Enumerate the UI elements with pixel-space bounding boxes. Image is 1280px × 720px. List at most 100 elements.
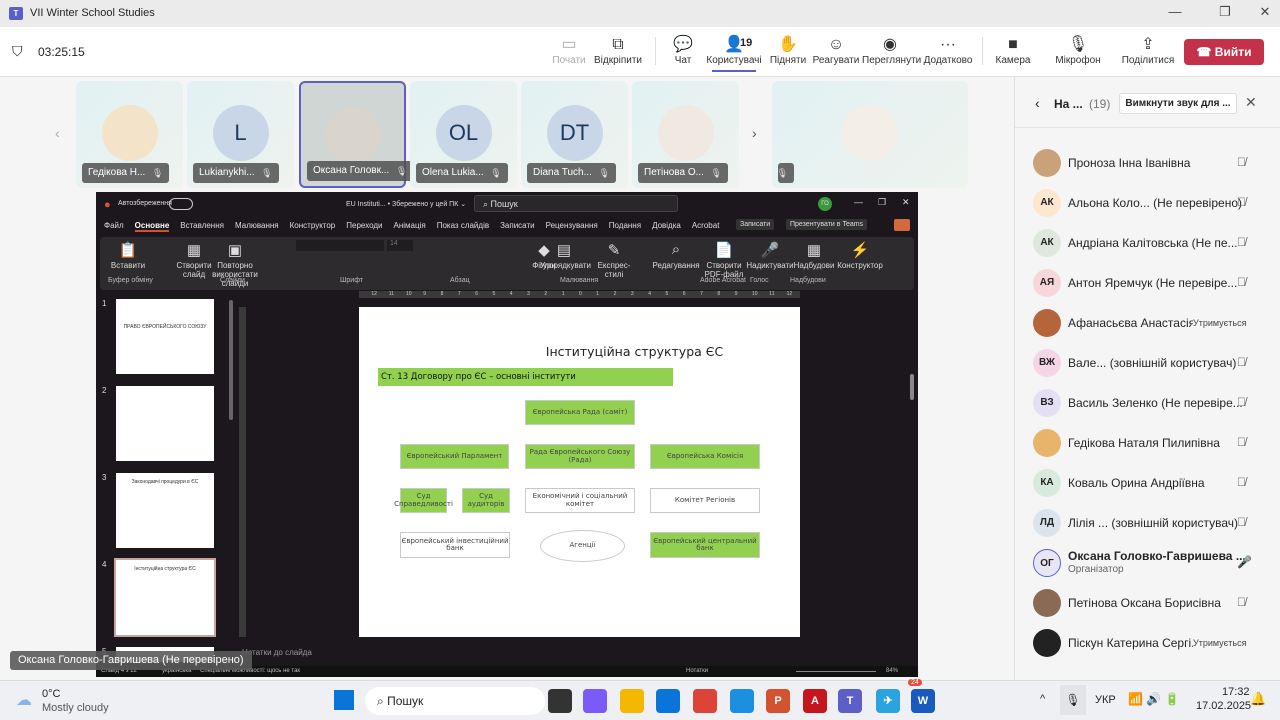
tab-4[interactable]: Конструктор — [290, 221, 336, 232]
mute-all-button[interactable]: Вимкнути звук для ... — [1119, 93, 1237, 114]
participant-row[interactable]: АК Альона Коло... (Не перевірено) 🎙̸ — [1033, 183, 1273, 223]
tab-3[interactable]: Малювання — [235, 221, 279, 232]
notification-bell-icon[interactable]: 🔔 — [1250, 691, 1266, 707]
toolbar-mic-off-button[interactable]: 🎙 Мікрофон — [1050, 35, 1106, 66]
powerpoint-taskbar-icon[interactable]: P — [766, 689, 790, 713]
ribbon-button-7[interactable]: 📄 Створити PDF-файл — [700, 241, 748, 279]
store-taskbar-icon[interactable] — [656, 689, 680, 713]
toolbar-view-button[interactable]: ◉ Переглянути — [862, 35, 921, 66]
edge-taskbar-icon[interactable] — [730, 689, 754, 713]
ppt-restore-button[interactable]: ❐ — [878, 197, 886, 208]
wifi-volume-battery-icons[interactable]: 📶 🔊 🔋 — [1128, 692, 1180, 706]
autosave-toggle[interactable] — [169, 198, 193, 210]
close-window-button[interactable]: ✕ — [1250, 4, 1280, 20]
participant-row[interactable]: Гедікова Наталя Пилипівна 🎙̸ — [1033, 423, 1273, 463]
task-view-taskbar-icon[interactable] — [548, 689, 572, 713]
start-button[interactable] — [334, 690, 354, 710]
tab-5[interactable]: Переходи — [346, 221, 382, 232]
chrome-taskbar-icon[interactable] — [693, 689, 717, 713]
participant-row[interactable]: ВЖ Вале... (зовнішній користувач) 🎙̸ — [1033, 343, 1273, 383]
word-taskbar-icon[interactable]: W — [911, 689, 935, 713]
telegram-taskbar-icon[interactable]: ✈ — [876, 689, 900, 713]
ribbon-button-0[interactable]: 📋 Вставити — [104, 241, 152, 270]
participant-row[interactable]: ОГ Оксана Головко-Гавришева ... Організато… — [1033, 543, 1273, 583]
toolbar-people-button[interactable]: 👤 Користувачі — [706, 35, 762, 72]
tab-6[interactable]: Анімація — [394, 221, 426, 232]
slide-scrollbar[interactable] — [910, 374, 914, 400]
clock-time[interactable]: 17:32 — [1222, 686, 1250, 698]
mic-muted-tray-icon[interactable]: 🎙 — [1060, 685, 1086, 715]
weather-temp[interactable]: 0°C — [42, 688, 60, 700]
thumbnails-scrollbar[interactable] — [229, 300, 233, 420]
slide-thumbnail-2[interactable] — [116, 386, 214, 461]
ribbon-button-4[interactable]: ▤ Упорядкувати — [540, 241, 591, 270]
tab-2[interactable]: Вставлення — [180, 221, 224, 232]
tab-0[interactable]: Файл — [104, 221, 124, 232]
toolbar-popout-button[interactable]: ⧉ Відкріпити — [590, 35, 646, 66]
notes-placeholder[interactable]: Нотатки до слайда — [242, 648, 312, 657]
slide-thumbnail-4[interactable]: Інституційна структура ЄС — [114, 558, 216, 637]
teams-taskbar-icon[interactable]: T — [838, 689, 862, 713]
toolbar-more-button[interactable]: ··· Додатково — [920, 35, 976, 66]
video-tile-pinned[interactable] — [772, 81, 968, 188]
maximize-button[interactable]: ❐ — [1210, 4, 1240, 20]
participant-row[interactable]: Піскун Катерина Сергі... Утримується — [1033, 623, 1273, 663]
ribbon-button-5[interactable]: ✎ Експрес-стилі — [590, 241, 638, 279]
toolbar-share-button[interactable]: ⇪ Поділитися — [1120, 35, 1176, 66]
tab-10[interactable]: Подання — [609, 221, 641, 232]
user-avatar[interactable]: ГО — [818, 197, 832, 211]
leave-button[interactable]: ☎ Вийти — [1184, 39, 1264, 65]
participant-row[interactable]: Афанасьєва Анастасія ... Утримується — [1033, 303, 1273, 343]
ppt-close-button[interactable]: ✕ — [902, 197, 910, 208]
participant-row[interactable]: АК Андріана Калітовська (Не пе... 🎙̸ — [1033, 223, 1273, 263]
record-button[interactable]: Записати — [736, 219, 775, 230]
slide-thumbnail-3[interactable]: Законодавчі процедури в ЄС — [116, 473, 214, 548]
tab-1[interactable]: Основне — [134, 221, 170, 232]
toolbar-share-screen-button[interactable]: ▭ Почати — [541, 35, 597, 66]
participant-row[interactable]: Проноза Інна Іванівна 🎙̸ — [1033, 143, 1273, 183]
tab-12[interactable]: Acrobat — [692, 221, 720, 232]
participant-row[interactable]: АЯ Антон Яремчук (Не перевіре... 🎙̸ — [1033, 263, 1273, 303]
ribbon-button-8[interactable]: 🎤 Надиктувати — [746, 241, 794, 270]
weather-desc[interactable]: Mostly cloudy — [42, 702, 109, 714]
close-panel-button[interactable]: ✕ — [1245, 94, 1257, 111]
toolbar-camera-off-button[interactable]: ■ Камера — [985, 35, 1041, 66]
taskbar-search[interactable]: ⌕ Пошук — [365, 687, 545, 715]
font-name-select[interactable] — [296, 240, 384, 251]
video-tile[interactable]: L Lukianykhi... — [187, 81, 294, 188]
zoom-level[interactable]: 84% — [886, 668, 898, 674]
ribbon-button-9[interactable]: ▦ Надбудови — [790, 241, 838, 270]
participant-row[interactable]: КА Коваль Орина Андріївна 🎙̸ — [1033, 463, 1273, 503]
acrobat-taskbar-icon[interactable]: A — [803, 689, 827, 713]
tab-11[interactable]: Довідка — [652, 221, 681, 232]
participant-row[interactable]: ЛД Лілія ... (зовнішній користувач) 🎙̸ — [1033, 503, 1273, 543]
toolbar-chat-button[interactable]: 💬 Чат — [655, 35, 711, 66]
slide-canvas[interactable]: Інституційна структура ЄС Ст. 13 Договор… — [359, 307, 800, 637]
present-in-teams-button[interactable]: Презентувати в Teams — [786, 219, 868, 230]
copilot-taskbar-icon[interactable] — [583, 689, 607, 713]
notes-button[interactable]: Нотатки — [686, 668, 708, 674]
tab-8[interactable]: Записати — [500, 221, 535, 232]
gallery-prev-button[interactable]: ‹ — [55, 125, 60, 141]
share-button[interactable] — [894, 219, 910, 231]
minimize-button[interactable]: — — [1160, 4, 1190, 19]
video-tile[interactable]: DT Diana Tuch... — [521, 81, 628, 188]
gallery-next-button[interactable]: › — [752, 125, 757, 141]
tab-9[interactable]: Рецензування — [546, 221, 598, 232]
file-explorer-taskbar-icon[interactable] — [620, 689, 644, 713]
toolbar-smile-button[interactable]: ☺ Реагувати — [808, 35, 864, 66]
video-tile[interactable]: Петінова О... — [632, 81, 739, 188]
participant-row[interactable]: Петінова Оксана Борисівна 🎙̸ — [1033, 583, 1273, 623]
video-tile[interactable]: OL Olena Lukia... — [410, 81, 517, 188]
language-indicator[interactable]: УКР — [1095, 694, 1116, 706]
video-tile[interactable]: Гедікова Н... — [76, 81, 183, 188]
ribbon-button-6[interactable]: ⌕ Редагування — [652, 241, 700, 270]
zoom-slider[interactable] — [796, 671, 876, 672]
tray-chevron-icon[interactable]: ^ — [1040, 693, 1045, 705]
ribbon-button-10[interactable]: ⚡ Конструктор — [836, 241, 884, 270]
clock-date[interactable]: 17.02.2025 — [1196, 700, 1251, 712]
font-size-select[interactable]: 14 — [387, 240, 413, 251]
tab-7[interactable]: Показ слайдів — [437, 221, 489, 232]
ppt-minimize-button[interactable]: — — [854, 197, 863, 207]
back-icon[interactable]: ‹ — [1035, 95, 1040, 111]
